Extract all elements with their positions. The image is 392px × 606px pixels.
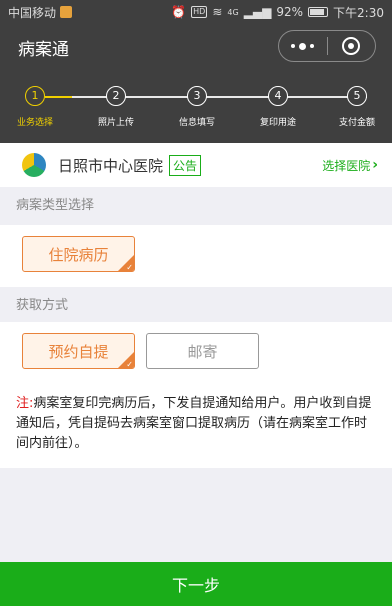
- option-mail[interactable]: 邮寄: [146, 333, 259, 369]
- status-bar: 中国移动 ⏰ HD ≋ 4G ▂▄▆ 92% 下午2:30: [0, 0, 392, 24]
- chevron-right-icon: ›: [372, 157, 378, 173]
- nav-bar: 病案通: [0, 24, 392, 70]
- check-icon: ✓: [126, 263, 133, 272]
- progress-steps: 1 业务选择 2 照片上传 3 信息填写 4 复印用途 5 支付金额: [0, 70, 392, 142]
- network-label: 4G: [227, 7, 239, 17]
- hospital-name: 日照市中心医院: [58, 156, 164, 175]
- signal-icon: ▂▄▆: [243, 5, 272, 19]
- more-button[interactable]: [279, 31, 327, 61]
- step-3: 3 信息填写: [162, 86, 232, 128]
- more-dots-icon: [291, 42, 315, 50]
- note-body: 病案室复印完病历后，下发自提通知给用户。用户收到自提通知后，凭自提码去病案室窗口…: [16, 396, 372, 451]
- step-2: 2 照片上传: [81, 86, 151, 128]
- pickup-method-title: 获取方式: [16, 298, 69, 313]
- wifi-icon: ≋: [212, 5, 223, 19]
- record-type-section: 住院病历 ✓: [0, 225, 392, 287]
- battery-icon: [308, 7, 329, 17]
- step-5: 5 支付金额: [322, 86, 392, 128]
- notice-button[interactable]: 公告: [169, 154, 202, 176]
- option-inpatient-record[interactable]: 住院病历 ✓: [22, 236, 135, 272]
- header-area: 中国移动 ⏰ HD ≋ 4G ▂▄▆ 92% 下午2:30 病案通 1 业务选择…: [0, 0, 392, 143]
- step-1: 1 业务选择: [0, 86, 70, 128]
- notification-icon: [60, 6, 73, 18]
- close-button[interactable]: [328, 31, 376, 61]
- hd-icon: HD: [191, 6, 208, 18]
- clock: 下午2:30: [333, 5, 384, 20]
- choose-hospital-link[interactable]: 选择医院 ›: [322, 157, 378, 174]
- alarm-icon: ⏰: [171, 5, 187, 19]
- battery-percent: 92%: [276, 5, 304, 19]
- target-circle-icon: [342, 37, 361, 55]
- miniprogram-capsule: [278, 30, 376, 62]
- option-self-pickup[interactable]: 预约自提 ✓: [22, 333, 135, 369]
- notice-text: 注:病案室复印完病历后，下发自提通知给用户。用户收到自提通知后，凭自提码去病案室…: [0, 382, 392, 468]
- hospital-bar: 日照市中心医院 公告 选择医院 ›: [0, 143, 392, 187]
- next-button[interactable]: 下一步: [0, 562, 392, 606]
- note-prefix: 注:: [16, 396, 34, 411]
- check-icon: ✓: [126, 360, 133, 369]
- record-type-title: 病案类型选择: [16, 198, 95, 213]
- step-4: 4 复印用途: [243, 86, 313, 128]
- hospital-logo-icon: [22, 153, 46, 177]
- pickup-method-section: 预约自提 ✓ 邮寄: [0, 322, 392, 382]
- page-title: 病案通: [18, 39, 69, 60]
- carrier-label: 中国移动: [8, 5, 57, 20]
